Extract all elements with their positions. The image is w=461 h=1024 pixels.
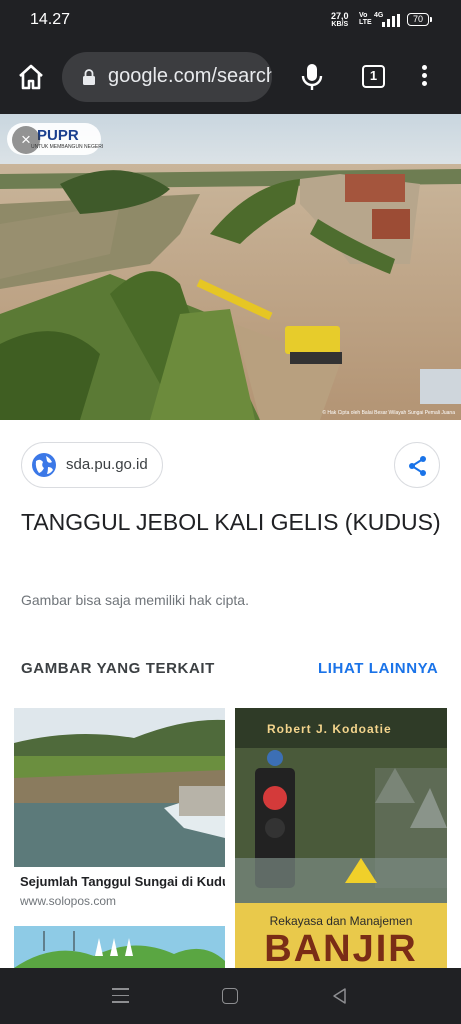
recents-icon[interactable]	[112, 988, 129, 1004]
book-title: BANJIR	[264, 928, 418, 968]
see-more-link[interactable]: LIHAT LAINNYA	[318, 660, 438, 677]
volte-top: Vo	[359, 12, 368, 19]
lock-icon	[82, 69, 96, 85]
browser-toolbar: google.com/search 1	[0, 40, 461, 114]
related-image-2[interactable]: Robert J. Kodoatie Rekayasa dan Manajeme…	[235, 708, 447, 968]
globe-icon	[31, 452, 57, 478]
hydrology-diagram	[14, 926, 225, 968]
more-vert-icon[interactable]	[419, 65, 429, 89]
signal-icon	[382, 14, 400, 27]
flood-photo	[0, 114, 461, 420]
system-nav-bar	[0, 968, 461, 1024]
dam-photo	[14, 708, 225, 867]
back-icon[interactable]	[331, 987, 349, 1005]
close-icon[interactable]: ×	[12, 126, 40, 154]
share-button[interactable]	[394, 442, 440, 488]
related-title-1[interactable]: Sejumlah Tanggul Sungai di Kudus Jebol	[20, 874, 225, 889]
tabs-icon[interactable]: 1	[362, 65, 385, 88]
mic-icon[interactable]	[300, 62, 324, 92]
related-image-3[interactable]	[14, 926, 225, 968]
volte-bottom: LTE	[359, 19, 372, 26]
status-time: 14.27	[30, 11, 71, 28]
net-speed: 27,0 KB/S	[331, 11, 349, 29]
share-icon	[409, 456, 426, 476]
related-source-1: www.solopos.com	[20, 894, 117, 908]
related-heading: GAMBAR YANG TERKAIT	[21, 660, 215, 677]
photo-credit: © Hak Cipta oleh Balai Besar Wilayah Sun…	[322, 410, 455, 416]
pupr-logo-text: PUPR	[37, 127, 79, 144]
source-chip[interactable]: sda.pu.go.id	[21, 442, 163, 488]
battery-icon: 70	[407, 13, 432, 26]
book-subtitle: Rekayasa dan Manajemen	[269, 914, 413, 928]
pupr-logo-sub: UNTUK MEMBANGUN NEGERI	[31, 144, 104, 150]
hero-image[interactable]: PUPR UNTUK MEMBANGUN NEGERI × © Hak Cipt…	[0, 114, 461, 420]
nav-home-icon[interactable]	[222, 988, 238, 1004]
related-image-1[interactable]	[14, 708, 225, 867]
home-icon[interactable]	[14, 60, 48, 94]
url-bar[interactable]: google.com/search	[62, 52, 272, 102]
copyright-note: Gambar bisa saja memiliki hak cipta.	[21, 592, 249, 608]
volte-indicator: Vo LTE	[359, 12, 372, 26]
source-domain: sda.pu.go.id	[66, 456, 148, 473]
url-text[interactable]: google.com/search	[108, 65, 272, 88]
result-title[interactable]: TANGGUL JEBOL KALI GELIS (KUDUS)	[21, 504, 441, 541]
net-speed-unit: KB/S	[331, 21, 349, 28]
status-bar: 14.27 27,0 KB/S Vo LTE 4G 70	[0, 0, 461, 40]
net-speed-value: 27,0	[331, 11, 349, 21]
book-author: Robert J. Kodoatie	[267, 722, 392, 736]
